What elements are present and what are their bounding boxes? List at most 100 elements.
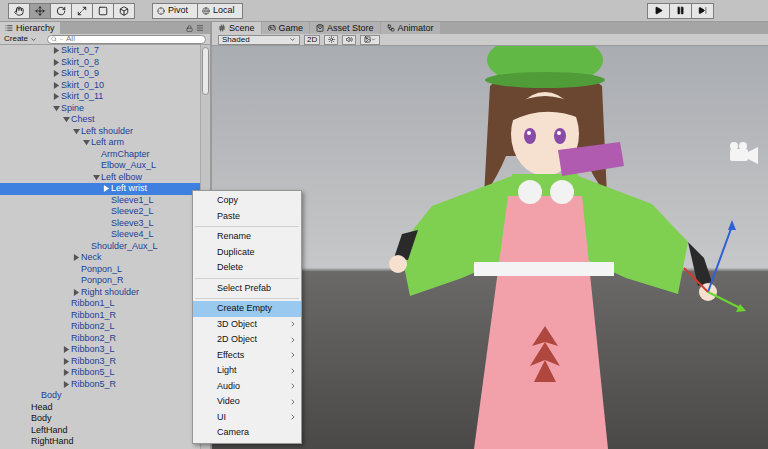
menu-item[interactable]: Paste [193,209,301,225]
hierarchy-tab[interactable]: Hierarchy [0,22,60,34]
rect-icon [98,6,108,16]
menu-item[interactable]: Copy [193,193,301,209]
menu-item[interactable]: Camera [193,425,301,441]
hierarchy-row[interactable]: Left wrist [0,183,200,195]
shading-dropdown[interactable]: Shaded [218,35,300,45]
hierarchy-row[interactable]: Sleeve3_L [0,218,200,230]
playback-button[interactable] [647,3,670,19]
hierarchy-row[interactable]: Sleeve4_L [0,229,200,241]
tool-button[interactable] [50,3,72,19]
hierarchy-row[interactable]: ArmChapter [0,149,200,161]
collapsed-arrow-icon[interactable] [53,82,60,89]
hierarchy-row[interactable]: Skirt_0_9 [0,68,200,80]
menu-item[interactable]: 3D Object [193,317,301,333]
menu-item[interactable]: Create Empty [193,301,301,317]
space-button[interactable]: Local [197,3,243,19]
hierarchy-row[interactable]: RightHand [0,436,200,448]
effects-dropdown[interactable] [360,35,380,45]
collapsed-arrow-icon[interactable] [63,358,70,365]
hierarchy-row[interactable]: Skirt_0_10 [0,80,200,92]
tool-button[interactable] [8,3,30,19]
lighting-toggle[interactable] [324,35,338,45]
expanded-arrow-icon[interactable] [53,105,60,112]
panel-menu-icon[interactable] [196,24,204,32]
hierarchy-row[interactable]: Ribbon5_L [0,367,200,379]
hierarchy-row[interactable]: Skirt_0_11 [0,91,200,103]
hierarchy-row[interactable]: Neck [0,252,200,264]
hierarchy-toolbar: Create All [0,34,210,45]
search-field[interactable]: All [47,35,206,44]
collapsed-arrow-icon[interactable] [63,381,70,388]
hierarchy-row[interactable]: Sleeve2_L [0,206,200,218]
hierarchy-row[interactable]: Head [0,402,200,414]
hierarchy-row[interactable]: Ribbon3_L [0,344,200,356]
hierarchy-row[interactable]: Left shoulder [0,126,200,138]
hierarchy-row[interactable]: Sleeve1_L [0,195,200,207]
menu-item[interactable]: Effects [193,348,301,364]
hierarchy-row[interactable]: Ribbon1_L [0,298,200,310]
hierarchy-row[interactable]: Body [0,413,200,425]
2d-toggle[interactable]: 2D [304,35,320,45]
scene-tab[interactable]: Scene [212,22,261,34]
menu-item[interactable]: 2D Object [193,332,301,348]
hierarchy-row[interactable]: Ribbon2_L [0,321,200,333]
hierarchy-row[interactable]: Ribbon2_R [0,333,200,345]
tool-button[interactable] [29,3,51,19]
hierarchy-row[interactable]: Ponpon_R [0,275,200,287]
pivot-button[interactable]: Pivot [152,3,198,19]
audio-toggle[interactable] [342,35,356,45]
hierarchy-row[interactable]: Chest [0,114,200,126]
expanded-arrow-icon[interactable] [83,139,90,146]
lock-icon[interactable] [186,25,193,32]
tool-button[interactable] [71,3,93,19]
hierarchy-row[interactable]: Ribbon3_R [0,356,200,368]
menu-item[interactable]: Audio [193,379,301,395]
menu-item[interactable]: Rename [193,229,301,245]
collapsed-arrow-icon[interactable] [63,346,70,353]
menu-item[interactable]: Duplicate [193,245,301,261]
hierarchy-row[interactable]: Ponpon_L [0,264,200,276]
scene-tab[interactable]: Animator [381,22,440,34]
menu-item[interactable]: Delete [193,260,301,276]
scrollbar-thumb[interactable] [202,47,209,95]
hierarchy-row[interactable]: Spine [0,103,200,115]
collapsed-arrow-icon[interactable] [73,289,80,296]
hierarchy-row[interactable]: Body [0,390,200,402]
expanded-arrow-icon[interactable] [73,128,80,135]
menu-item[interactable]: Light [193,363,301,379]
collapsed-arrow-icon[interactable] [53,59,60,66]
collapsed-arrow-icon[interactable] [73,254,80,261]
collapsed-arrow-icon[interactable] [103,185,110,192]
menu-item[interactable]: Select Prefab [193,281,301,297]
submenu-arrow-icon [289,413,297,421]
hierarchy-row[interactable]: Ribbon1_R [0,310,200,322]
collapsed-arrow-icon[interactable] [53,93,60,100]
hierarchy-row[interactable]: Skirt_0_7 [0,45,200,57]
expanded-arrow-icon[interactable] [63,116,70,123]
hierarchy-row[interactable]: Left elbow [0,172,200,184]
tool-button[interactable] [92,3,114,19]
hierarchy-row[interactable]: Left arm [0,137,200,149]
hierarchy-row[interactable]: Ribbon5_R [0,379,200,391]
collapsed-arrow-icon[interactable] [63,369,70,376]
playback-button[interactable] [669,3,692,19]
create-button[interactable]: Create [4,34,37,44]
hierarchy-row[interactable]: Shoulder_Aux_L [0,241,200,253]
menu-item[interactable]: Video [193,394,301,410]
hierarchy-tab-bar: Hierarchy [0,22,210,34]
hierarchy-row[interactable]: Skirt_0_8 [0,57,200,69]
game-icon [268,24,276,32]
scene-tab[interactable]: Game [262,22,310,34]
hierarchy-row[interactable]: Elbow_Aux_L [0,160,200,172]
hierarchy-row[interactable]: Right shoulder [0,287,200,299]
collapsed-arrow-icon[interactable] [53,47,60,54]
scene-toolbar: Shaded 2D [212,34,768,46]
menu-item[interactable]: UI [193,410,301,426]
playback-button[interactable] [691,3,714,19]
collapsed-arrow-icon[interactable] [53,70,60,77]
expanded-arrow-icon[interactable] [93,174,100,181]
sun-icon [328,36,335,43]
hierarchy-row[interactable]: LeftHand [0,425,200,437]
tool-button[interactable] [113,3,135,19]
scene-tab[interactable]: Asset Store [310,22,380,34]
